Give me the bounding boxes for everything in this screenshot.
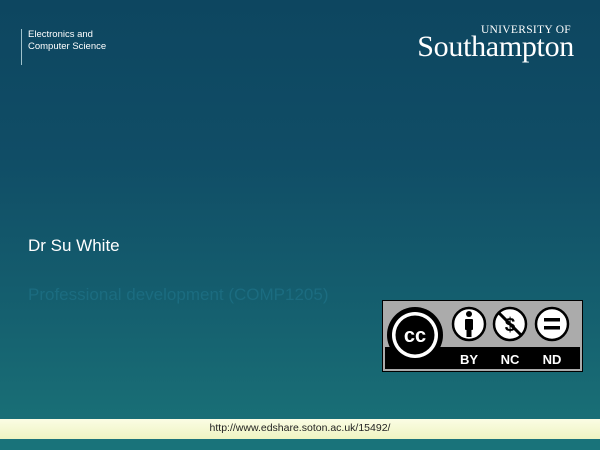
university-logo: UNIVERSITY OF Southampton [394, 24, 574, 64]
no-derivatives-icon [534, 306, 570, 342]
attribution-icon [451, 306, 487, 342]
license-label-nd: ND [543, 352, 562, 367]
department-label: Electronics and Computer Science [21, 29, 106, 65]
department-line-1: Electronics and [28, 29, 93, 40]
bottom-band [0, 439, 600, 450]
footer-url-link[interactable]: http://www.edshare.soton.ac.uk/15492/ [0, 422, 600, 434]
course-title: Professional development (COMP1205) [28, 285, 329, 304]
non-commercial-icon: $ [492, 306, 528, 342]
logo-southampton: Southampton [417, 30, 574, 63]
creative-commons-license-badge[interactable]: cc $ BY NC N [382, 300, 583, 372]
author-name: Dr Su White [28, 236, 120, 255]
footer-band: http://www.edshare.soton.ac.uk/15492/ [0, 419, 600, 439]
cc-icon: cc [387, 307, 443, 363]
license-label-by: BY [460, 352, 478, 367]
department-line-2: Computer Science [28, 41, 107, 52]
license-label-nc: NC [501, 352, 520, 367]
slide: Electronics and Computer Science UNIVERS… [0, 0, 600, 450]
svg-text:cc: cc [404, 325, 426, 347]
